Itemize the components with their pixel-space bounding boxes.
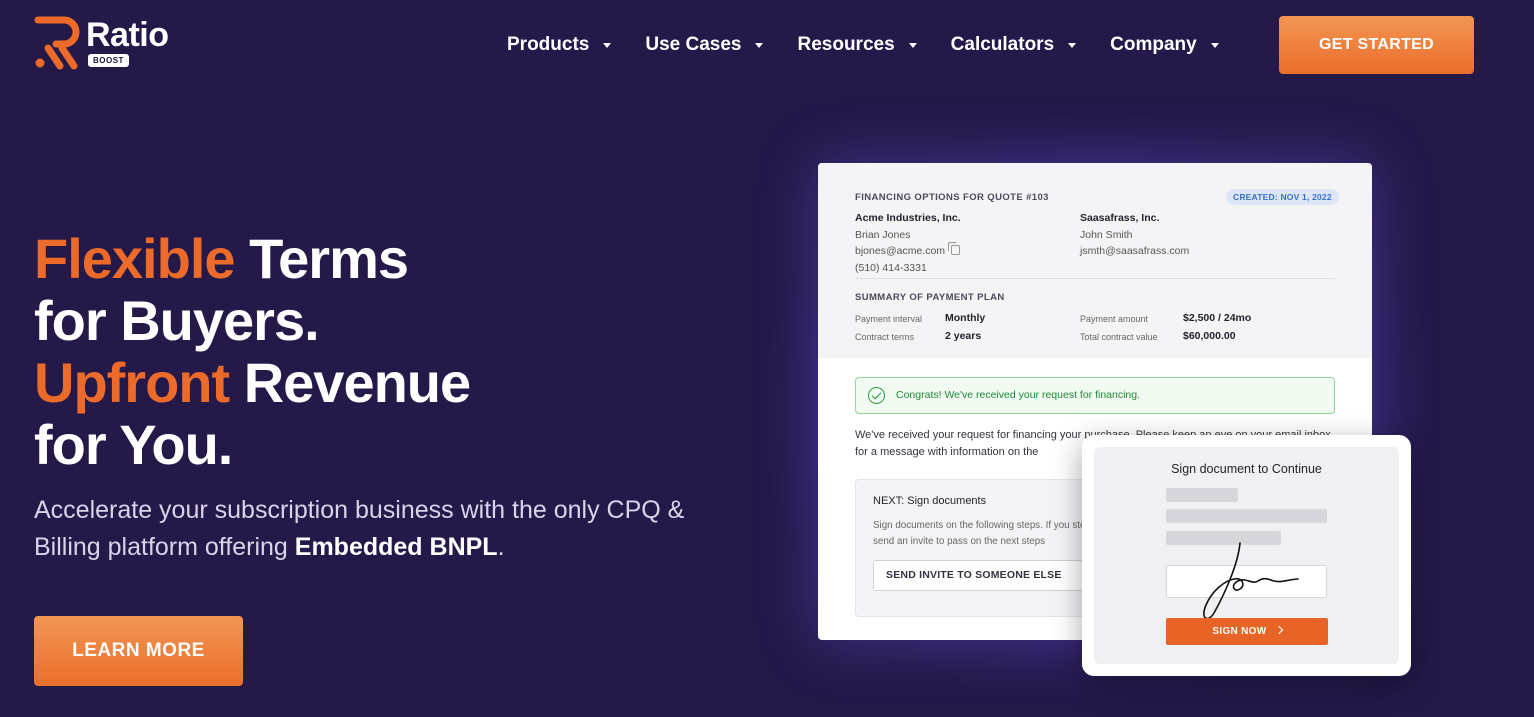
payment-amount-value: $2,500 / 24mo [1183, 312, 1252, 324]
quote-title: FINANCING OPTIONS FOR QUOTE #103 [855, 192, 1049, 203]
sign-document-title: Sign document to Continue [1171, 462, 1322, 476]
next-steps-title: NEXT: Sign documents [873, 495, 987, 507]
nav-resources-label: Resources [797, 34, 895, 55]
nav-company-label: Company [1110, 34, 1197, 55]
chevron-down-icon [603, 42, 612, 48]
summary-title: SUMMARY OF PAYMENT PLAN [855, 292, 1005, 303]
sign-document-panel: Sign document to Continue SIGN NOW [1094, 447, 1399, 664]
chevron-right-icon [1274, 625, 1283, 635]
contract-terms-label: Contract terms [855, 332, 915, 342]
nav-calculators[interactable]: Calculators [950, 34, 1077, 56]
payment-interval-value: Monthly [945, 312, 986, 324]
nav-resources[interactable]: Resources [797, 34, 917, 56]
nav-products-label: Products [507, 34, 590, 55]
hero-accent-upfront: Upfront [34, 351, 230, 414]
sign-document-popup: Sign document to Continue SIGN NOW [1082, 435, 1411, 676]
created-date-badge: CREATED: NOV 1, 2022 [1226, 189, 1339, 205]
hero-line3-rest: Revenue [229, 351, 471, 414]
buyer-phone: (510) 414-3331 [855, 261, 927, 274]
chevron-down-icon [1210, 42, 1219, 48]
check-circle-icon [868, 387, 885, 404]
success-text: Congrats! We've received your request fo… [896, 389, 1141, 401]
contract-terms-value: 2 years [945, 330, 982, 342]
send-invite-button[interactable]: SEND INVITE TO SOMEONE ELSE [873, 560, 1083, 591]
signature-scribble [1203, 542, 1299, 620]
nav-products[interactable]: Products [507, 34, 612, 56]
seller-info: Saasafrass, Inc. John Smith jsmth@saasaf… [1080, 210, 1189, 260]
total-contract-label: Total contract value [1080, 332, 1158, 342]
total-contract-row: Total contract value $60,000.00 [1080, 330, 1236, 342]
payment-amount-row: Payment amount $2,500 / 24mo [1080, 312, 1251, 324]
placeholder-line [1166, 509, 1327, 523]
payment-interval-label: Payment interval [855, 314, 923, 324]
success-alert: Congrats! We've received your request fo… [855, 377, 1335, 414]
hero-subtitle-bold: Embedded BNPL [294, 533, 498, 561]
sign-now-label: SIGN NOW [1212, 626, 1267, 637]
nav-company[interactable]: Company [1110, 34, 1219, 56]
chevron-down-icon [908, 42, 917, 48]
buyer-email: bjones@acme.com [855, 245, 946, 257]
divider [855, 278, 1335, 279]
chevron-down-icon [755, 42, 764, 48]
seller-contact: John Smith [1080, 228, 1133, 241]
contract-terms-row: Contract terms 2 years [855, 330, 981, 342]
buyer-company: Acme Industries, Inc. [855, 212, 961, 224]
total-contract-value: $60,000.00 [1183, 330, 1236, 342]
payment-amount-label: Payment amount [1080, 314, 1149, 324]
payment-interval-row: Payment interval Monthly [855, 312, 985, 324]
hero-title: Flexible Terms for Buyers. Upfront Reven… [34, 227, 471, 476]
nav-use-cases[interactable]: Use Cases [645, 34, 764, 56]
nav-calculators-label: Calculators [950, 34, 1055, 55]
get-started-button[interactable]: GET STARTED [1279, 16, 1474, 74]
ratio-logo-icon [34, 16, 80, 70]
logo[interactable]: Ratio BOOST [34, 16, 169, 70]
buyer-contact: Brian Jones [855, 228, 911, 241]
chevron-down-icon [1068, 42, 1077, 48]
hero-accent-flexible: Flexible [34, 227, 236, 290]
next-steps-description: Sign documents on the following steps. I… [873, 520, 1094, 547]
hero-line4: for You. [34, 413, 233, 476]
hero-line1-rest: Terms [234, 227, 409, 290]
hero-line2: for Buyers. [34, 289, 320, 352]
logo-wordmark: Ratio [86, 16, 169, 54]
nav-use-cases-label: Use Cases [645, 34, 742, 55]
seller-email: jsmth@saasafrass.com [1080, 245, 1190, 257]
hero-subtitle: Accelerate your subscription business wi… [34, 492, 734, 566]
learn-more-button[interactable]: LEARN MORE [34, 616, 243, 686]
main-nav: Products Use Cases Resources Calculators… [507, 34, 1253, 56]
buyer-info: Acme Industries, Inc. Brian Jones bjones… [855, 210, 961, 276]
copy-icon[interactable] [948, 242, 961, 255]
logo-badge: BOOST [88, 54, 129, 67]
hero-subtitle-end: . [497, 533, 505, 561]
sign-now-button[interactable]: SIGN NOW [1166, 618, 1328, 645]
seller-company: Saasafrass, Inc. [1080, 212, 1160, 224]
placeholder-line [1166, 488, 1238, 502]
quote-header-section: FINANCING OPTIONS FOR QUOTE #103 CREATED… [818, 163, 1372, 358]
